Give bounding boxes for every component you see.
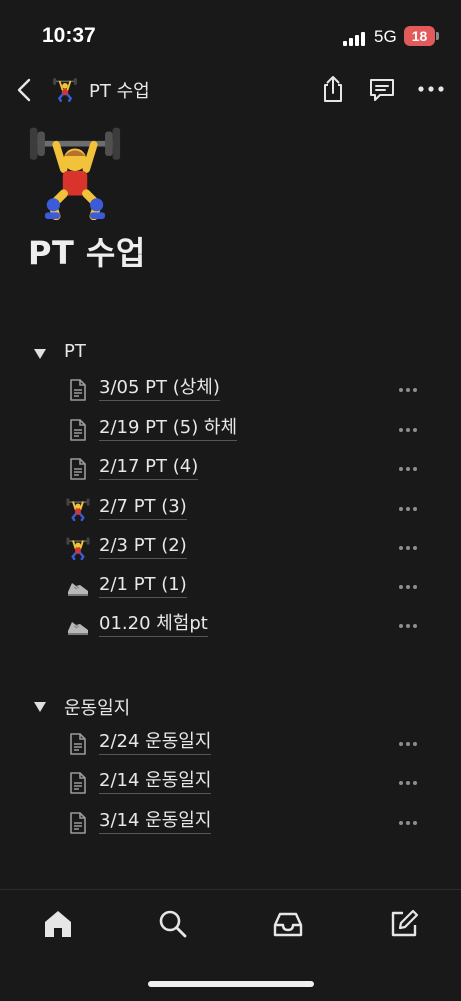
list-item[interactable]: 2/7 PT (3) xyxy=(66,493,426,527)
list-item-label[interactable]: 3/05 PT (상체) xyxy=(99,378,220,401)
more-dots-icon[interactable] xyxy=(399,781,419,787)
list-item[interactable]: 3/14 운동일지 xyxy=(66,807,426,841)
list-item[interactable]: 3/05 PT (상체) xyxy=(66,374,426,408)
sneaker-emoji xyxy=(66,575,90,599)
page-icon xyxy=(66,378,90,402)
list-item-label[interactable]: 2/3 PT (2) xyxy=(99,536,187,559)
page-icon xyxy=(66,771,90,795)
battery-icon: 18 xyxy=(404,26,435,46)
list-item-label[interactable]: 01.20 체험pt xyxy=(99,614,208,637)
home-indicator xyxy=(148,981,314,987)
list-item[interactable]: 2/24 운동일지 xyxy=(66,728,426,762)
list-item[interactable]: 2/17 PT (4) xyxy=(66,453,426,487)
more-dots-icon[interactable] xyxy=(399,507,419,513)
sneaker-emoji xyxy=(66,614,90,638)
list-item[interactable]: 2/1 PT (1) xyxy=(66,571,426,605)
signal-icon xyxy=(343,30,367,46)
share-icon[interactable] xyxy=(318,74,348,104)
list-item-label[interactable]: 2/14 운동일지 xyxy=(99,771,212,794)
toggle-triangle-icon[interactable] xyxy=(34,349,46,359)
nav-title: PT 수업 xyxy=(89,81,150,102)
page-emoji-icon[interactable] xyxy=(28,122,122,221)
toggle-triangle-icon[interactable] xyxy=(34,702,46,712)
list-item-label[interactable]: 2/17 PT (4) xyxy=(99,457,199,480)
list-item[interactable]: 2/14 운동일지 xyxy=(66,767,426,801)
inbox-icon[interactable] xyxy=(271,907,305,941)
list-item-label[interactable]: 2/1 PT (1) xyxy=(99,575,187,598)
list-item[interactable]: 2/3 PT (2) xyxy=(66,532,426,566)
list-item-label[interactable]: 3/14 운동일지 xyxy=(99,811,212,834)
page-icon xyxy=(66,732,90,756)
status-bar: 10:37 5G 18 xyxy=(0,0,461,70)
more-dots-icon[interactable] xyxy=(399,821,419,827)
battery-cap xyxy=(436,32,439,40)
weightlifter-emoji xyxy=(66,536,90,561)
page-title: PT 수업 xyxy=(28,234,146,272)
more-dots-icon[interactable] xyxy=(399,585,419,591)
comment-icon[interactable] xyxy=(367,74,397,104)
top-nav: PT 수업 xyxy=(0,68,461,112)
weightlifter-emoji xyxy=(66,497,90,522)
section-title: 운동일지 xyxy=(64,698,131,719)
page-icon xyxy=(66,418,90,442)
search-icon[interactable] xyxy=(156,907,190,941)
page-icon xyxy=(66,457,90,481)
more-dots-icon[interactable] xyxy=(399,388,419,394)
compose-icon[interactable] xyxy=(387,907,421,941)
list-item-label[interactable]: 2/7 PT (3) xyxy=(99,497,187,520)
more-dots-icon[interactable] xyxy=(399,742,419,748)
status-time: 10:37 xyxy=(42,24,96,47)
more-dots-icon[interactable] xyxy=(399,546,419,552)
network-label: 5G xyxy=(374,27,397,46)
home-icon[interactable] xyxy=(41,907,75,941)
list-item[interactable]: 2/19 PT (5) 하체 xyxy=(66,414,426,448)
weightlifter-emoji xyxy=(52,76,78,103)
list-item-label[interactable]: 2/19 PT (5) 하체 xyxy=(99,418,238,441)
list-item[interactable]: 01.20 체험pt xyxy=(66,610,426,644)
more-dots-icon[interactable] xyxy=(399,624,419,630)
more-dots-icon[interactable] xyxy=(399,428,419,434)
page-icon xyxy=(66,811,90,835)
back-chevron-icon[interactable] xyxy=(14,76,38,104)
more-icon[interactable] xyxy=(416,74,446,104)
section-title: PT xyxy=(64,341,86,362)
list-item-label[interactable]: 2/24 운동일지 xyxy=(99,732,212,755)
more-dots-icon[interactable] xyxy=(399,467,419,473)
